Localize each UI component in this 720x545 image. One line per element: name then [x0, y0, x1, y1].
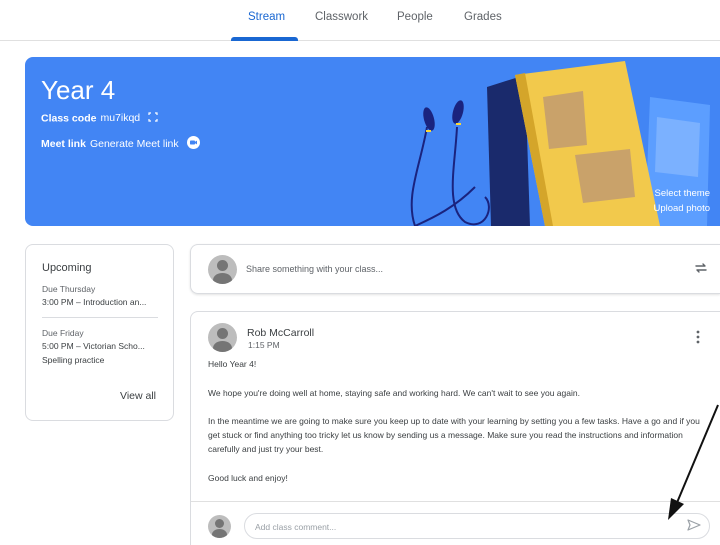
class-banner: Year 4 Class code mu7ikqd Meet link Genera… [25, 57, 720, 226]
meet-link-label: Meet link [41, 137, 86, 150]
due-date: Due Thursday [42, 284, 96, 294]
generate-meet-link[interactable]: Generate Meet link [90, 138, 179, 150]
post-time: 1:15 PM [248, 340, 280, 350]
banner-illustration [410, 61, 710, 226]
meet-link-row: Meet link Generate Meet link [41, 136, 200, 152]
class-code-value: mu7ikqd [100, 112, 141, 125]
class-title: Year 4 [41, 75, 116, 105]
class-comment-input[interactable]: Add class comment... [244, 513, 710, 539]
post-paragraph: Hello Year 4! [208, 359, 257, 369]
post-author[interactable]: Rob McCarroll [247, 327, 314, 339]
upcoming-assignment[interactable]: 3:00 PM – Introduction an... [42, 297, 173, 307]
upcoming-card: Upcoming Due Thursday 3:00 PM – Introduc… [25, 244, 174, 421]
tab-people[interactable]: People [397, 11, 433, 23]
upload-photo-link[interactable]: Upload photo [653, 203, 710, 214]
upcoming-assignment[interactable]: 5:00 PM – Victorian Scho... [42, 341, 173, 351]
post-paragraph: Good luck and enjoy! [208, 473, 288, 483]
class-code-label: Class code [41, 112, 97, 125]
divider [42, 317, 158, 318]
post-paragraph: In the meantime we are going to make sur… [208, 416, 700, 454]
share-box[interactable]: Share something with your class... [190, 244, 720, 294]
stream-post: Rob McCarroll 1:15 PM Hello Year 4! We h… [190, 311, 720, 545]
repost-icon[interactable] [694, 261, 708, 280]
share-input[interactable]: Share something with your class... [246, 264, 383, 274]
avatar [208, 515, 231, 538]
upcoming-title: Upcoming [42, 262, 92, 274]
tab-grades[interactable]: Grades [464, 11, 502, 23]
avatar [208, 255, 237, 284]
tab-classwork[interactable]: Classwork [315, 11, 368, 23]
tab-stream[interactable]: Stream [248, 11, 285, 23]
due-date: Due Friday [42, 328, 84, 338]
avatar [208, 323, 237, 352]
post-paragraph: We hope you're doing well at home, stayi… [208, 388, 580, 398]
more-vert-icon[interactable] [696, 330, 700, 349]
meet-icon[interactable] [186, 136, 200, 152]
divider [191, 501, 720, 502]
active-tab-indicator [231, 37, 298, 41]
select-theme-link[interactable]: Select theme [655, 188, 710, 199]
fullscreen-icon[interactable] [148, 112, 158, 125]
upcoming-assignment[interactable]: Spelling practice [42, 355, 173, 365]
view-all-link[interactable]: View all [120, 390, 156, 402]
class-code-row: Class code mu7ikqd [41, 112, 158, 125]
send-icon[interactable] [687, 518, 701, 536]
top-tab-bar: Stream Classwork People Grades [0, 0, 720, 41]
